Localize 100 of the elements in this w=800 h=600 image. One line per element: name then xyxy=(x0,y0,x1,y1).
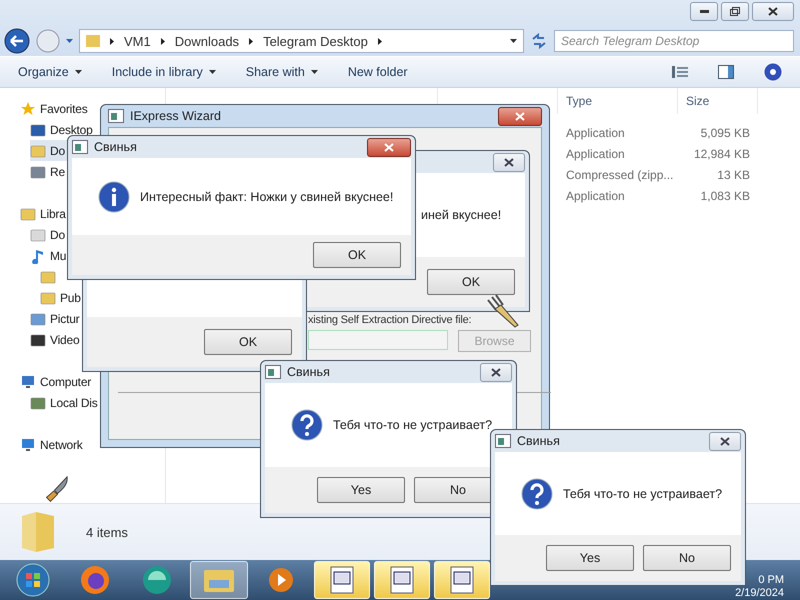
clock-date: 2/19/2024 xyxy=(735,587,784,599)
nav-item[interactable]: Favorites xyxy=(20,98,93,119)
table-cell-text: Compressed (zipp... xyxy=(565,168,674,182)
chevron-icon xyxy=(378,38,382,44)
close-icon xyxy=(768,7,778,16)
question-icon xyxy=(521,478,553,510)
table-cell-text: 12,984 KB xyxy=(692,146,751,160)
dialog-button[interactable]: OK xyxy=(427,269,515,295)
fork-cursor-icon xyxy=(486,294,520,328)
window-title: Свинья xyxy=(287,365,330,379)
nav-label: Network xyxy=(40,438,83,452)
toolbar-button[interactable]: New folder xyxy=(348,63,408,81)
dialog-button[interactable]: Yes xyxy=(317,477,405,503)
nav-label: Pictur xyxy=(50,312,80,326)
taskbar-button[interactable] xyxy=(314,561,370,599)
close-button[interactable] xyxy=(752,2,794,21)
nav-item[interactable]: Pictur xyxy=(30,308,81,329)
dialog-message: Тебя что-то не устраивает? xyxy=(563,486,722,500)
dialog-message: Интересный факт: Ножки у свиней вкуснее! xyxy=(140,190,394,204)
nav-label: Desktop xyxy=(50,122,93,136)
nav-item[interactable]: Do xyxy=(30,224,81,245)
question-icon xyxy=(291,409,323,441)
close-button[interactable] xyxy=(493,152,525,172)
music-note-icon xyxy=(30,248,46,264)
app-icon xyxy=(142,565,172,595)
minimize-button[interactable] xyxy=(690,2,718,21)
view-icon[interactable] xyxy=(672,66,688,78)
nav-item[interactable]: Video xyxy=(30,329,81,350)
restore-icon xyxy=(730,7,740,16)
table-cell-text: Application xyxy=(565,146,626,160)
breadcrumb-item[interactable]: Downloads xyxy=(174,34,240,48)
window-icon xyxy=(495,434,511,448)
close-button[interactable] xyxy=(367,138,411,156)
window-title: Свинья xyxy=(94,140,137,154)
chevron-icon xyxy=(249,38,254,44)
toolbar-button[interactable]: Share with xyxy=(246,63,318,81)
minimize-icon xyxy=(700,10,708,13)
path-field[interactable] xyxy=(308,330,448,350)
close-icon xyxy=(720,436,730,446)
nav-item[interactable]: Desktop xyxy=(30,119,93,140)
play-icon xyxy=(267,566,295,594)
program-window-icon xyxy=(450,566,474,594)
nav-label: Pub xyxy=(60,290,81,304)
window-title: Свинья xyxy=(517,434,560,448)
close-icon xyxy=(384,142,394,152)
restore-button[interactable] xyxy=(721,2,749,21)
window-icon xyxy=(108,109,124,123)
item-count: 4 items xyxy=(86,524,128,540)
star-icon xyxy=(20,100,36,116)
taskbar-button[interactable] xyxy=(374,561,430,599)
program-window-icon xyxy=(330,566,354,594)
program-window-icon xyxy=(390,566,414,594)
close-icon xyxy=(491,368,501,376)
search-field[interactable]: Search Telegram Desktop xyxy=(554,30,794,52)
refresh-icon[interactable] xyxy=(530,32,548,50)
dialog-message: Тебя что-то не устраивает? xyxy=(333,418,492,432)
caret-icon xyxy=(310,70,318,74)
nav-item[interactable]: Libra xyxy=(20,203,81,224)
dialog-button[interactable]: No xyxy=(643,545,731,571)
back-icon[interactable] xyxy=(4,28,30,54)
caret-icon xyxy=(208,70,216,74)
dialog-button[interactable]: Yes xyxy=(546,545,634,571)
nav-item[interactable]: Pub xyxy=(40,287,81,308)
column-header[interactable]: Size xyxy=(678,88,758,114)
breadcrumb-item[interactable]: VM1 xyxy=(124,34,151,48)
nav-item[interactable]: Mu xyxy=(30,245,81,266)
dialog-button[interactable]: OK xyxy=(313,242,401,268)
table-cell-text: Application xyxy=(565,126,626,140)
window-icon xyxy=(265,365,281,379)
column-header[interactable]: Type xyxy=(558,88,678,114)
caret-icon xyxy=(66,39,73,43)
field-label: xisting Self Extraction Directive file: xyxy=(308,314,472,326)
nav-label: Mu xyxy=(50,248,66,262)
nav-label: Favorites xyxy=(40,102,88,116)
close-button[interactable] xyxy=(498,106,542,126)
toolbar-button[interactable]: Include in library xyxy=(112,63,216,81)
address-bar[interactable]: VM1 Downloads Telegram Desktop xyxy=(79,29,524,53)
nav-item[interactable]: Network xyxy=(20,434,83,455)
clock-time: 0 PM xyxy=(758,574,784,586)
taskbar-button[interactable] xyxy=(434,561,490,599)
nav-item[interactable]: Re xyxy=(30,161,93,182)
chevron-icon xyxy=(160,38,165,44)
table-cell-text: Application xyxy=(565,188,626,202)
toolbar-button[interactable]: Organize xyxy=(18,63,82,81)
nav-label: Do xyxy=(50,228,65,242)
preview-pane-icon[interactable] xyxy=(718,65,734,79)
window-icon xyxy=(72,140,88,154)
nav-label: Libra xyxy=(40,206,66,220)
dialog-button[interactable]: OK xyxy=(204,329,292,355)
breadcrumb-item[interactable]: Telegram Desktop xyxy=(263,34,368,48)
caret-icon xyxy=(510,39,517,43)
window-title: IExpress Wizard xyxy=(130,109,221,123)
nav-label: Video xyxy=(50,332,80,346)
close-button[interactable] xyxy=(480,362,512,382)
chevron-icon xyxy=(110,38,114,44)
nav-label: Computer xyxy=(40,374,92,388)
nav-label: Do xyxy=(50,144,65,158)
nav-item[interactable]: Local Dis xyxy=(30,392,98,413)
nav-item[interactable]: Computer xyxy=(20,371,98,392)
close-button[interactable] xyxy=(709,432,741,450)
